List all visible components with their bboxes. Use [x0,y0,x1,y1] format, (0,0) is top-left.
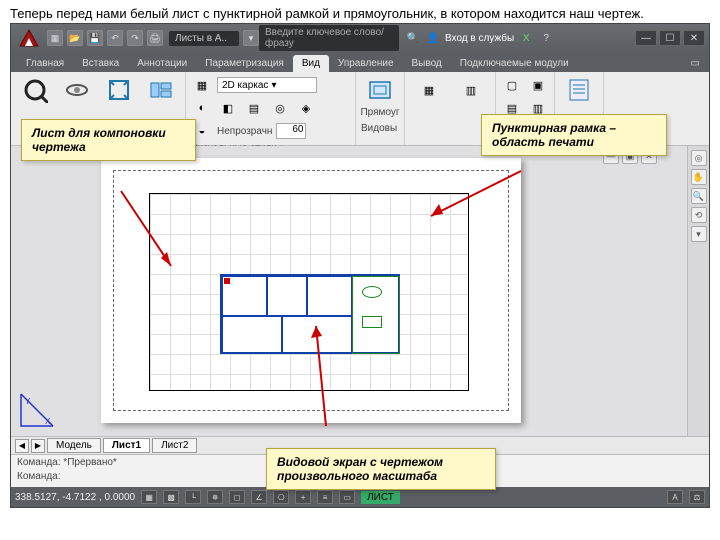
tab-annotate[interactable]: Аннотации [128,55,196,72]
qat-save-icon[interactable]: 💾 [87,30,103,46]
extents-icon [104,75,134,105]
properties-icon [564,75,594,105]
views-button[interactable] [142,75,180,123]
search-input[interactable]: Введите ключевое слово/фразу [259,25,399,51]
qat-print-icon[interactable]: 🖨 [147,30,163,46]
nav-showmore-icon[interactable]: ▾ [691,226,707,242]
opacity-value[interactable]: 60 [276,123,306,139]
tab-plugins[interactable]: Подключаемые модули [451,55,578,72]
vs-btn-3[interactable]: ▤ [243,98,265,118]
vs-btn-5[interactable]: ◈ [295,98,317,118]
callout-viewport: Видовой экран с чертежом произвольного м… [266,448,496,490]
tab-insert[interactable]: Вставка [73,55,128,72]
minimize-button[interactable]: — [635,30,657,46]
orbit-button[interactable] [58,75,96,123]
callout-dashed: Пунктирная рамка – область печати [481,114,667,156]
callout-arrow-dashed [421,166,541,226]
rect-viewport-label: Прямоуг [360,107,399,118]
status-ducs-icon[interactable]: ⎔ [273,490,289,504]
extents-button[interactable] [100,75,138,123]
wcs-icon: Y X [17,390,57,430]
views-group-label: Видовы [361,123,397,134]
tab-output[interactable]: Вывод [403,55,451,72]
status-scale-icon[interactable]: ⚖ [689,490,705,504]
vs-btn-1[interactable]: ◐ [191,98,213,118]
status-polar-icon[interactable]: ✵ [207,490,223,504]
nav-orbit-icon[interactable]: ⟲ [691,207,707,223]
qat-new-icon[interactable]: ▦ [47,30,63,46]
pan-icon [20,75,50,105]
ribbon-tabs: Главная Вставка Аннотации Параметризация… [11,52,709,72]
tab-parametric[interactable]: Параметризация [196,55,293,72]
status-bar: 338.5127, -4.7122 , 0.0000 ▦ ▩ └ ✵ ◻ ∠ ⎔… [11,487,709,507]
tab-expand-icon[interactable]: ▭ [682,55,709,72]
layout-prev-icon[interactable]: ◀ [15,439,29,453]
views-icon [146,75,176,105]
opacity-label: Непрозрачн [217,126,272,137]
maximize-button[interactable]: ☐ [659,30,681,46]
window-controls: — ☐ ✕ [635,30,705,46]
status-osnap-icon[interactable]: ◻ [229,490,245,504]
document-title: Листы в А.. [169,31,239,46]
layout-next-icon[interactable]: ▶ [31,439,45,453]
svg-text:Y: Y [25,397,31,406]
tab-model[interactable]: Модель [47,438,101,453]
close-button[interactable]: ✕ [683,30,705,46]
vs-icon-wire[interactable]: ▦ [191,75,213,95]
tab-manage[interactable]: Управление [329,55,403,72]
callout-arrow-sheet [71,186,191,286]
visual-style-combo[interactable]: 2D каркас▾ [217,77,317,93]
orbit-icon [62,75,92,105]
rect-viewport-icon [365,75,395,105]
rbtn-b[interactable]: ▣ [527,75,549,95]
status-space-label[interactable]: ЛИСТ [361,491,400,504]
signin-icon[interactable]: 👤 [425,30,441,46]
pan-button[interactable] [16,75,54,123]
visual-style-value: 2D каркас [222,80,268,91]
tab-view[interactable]: Вид [293,55,329,72]
vs-btn-4[interactable]: ◎ [269,98,291,118]
nav-wheel-icon[interactable]: ◎ [691,150,707,166]
status-qp-icon[interactable]: ▭ [339,490,355,504]
page-caption: Теперь перед нами белый лист с пунктирно… [0,0,720,23]
status-grid-icon[interactable]: ▩ [163,490,179,504]
workarea: — ▣ ✕ [11,146,709,436]
svg-text:X: X [45,417,51,426]
title-dropdown-icon[interactable]: ▾ [243,30,259,46]
search-icon[interactable]: 🔍 [405,30,421,46]
qat-redo-icon[interactable]: ↷ [127,30,143,46]
qat-open-icon[interactable]: 📂 [67,30,83,46]
status-ortho-icon[interactable]: └ [185,490,201,504]
autocad-window: ▦ 📂 💾 ↶ ↷ 🖨 Листы в А.. ▾ Введите ключев… [10,23,710,508]
rect-viewport-button[interactable]: Прямоуг [361,75,399,123]
status-anno-icon[interactable]: A [667,490,683,504]
callout-arrow-viewport [286,316,366,436]
signin-label[interactable]: Вход в службы [445,33,514,44]
drawing-canvas[interactable]: — ▣ ✕ [11,146,687,436]
named-views-icon: ▦ [414,75,444,105]
quick-access-toolbar: ▦ 📂 💾 ↶ ↷ 🖨 [47,30,163,46]
status-otrack-icon[interactable]: ∠ [251,490,267,504]
tab-sheet2[interactable]: Лист2 [152,438,197,453]
callout-sheet: Лист для компоновки чертежа [21,119,196,161]
tab-sheet1[interactable]: Лист1 [103,438,150,453]
named-views-button[interactable]: ▦ [410,75,448,123]
app-logo[interactable] [15,26,43,50]
nav-zoom-icon[interactable]: 🔍 [691,188,707,204]
status-snap-icon[interactable]: ▦ [141,490,157,504]
nav-pan-icon[interactable]: ✋ [691,169,707,185]
status-dyn-icon[interactable]: + [295,490,311,504]
qat-undo-icon[interactable]: ↶ [107,30,123,46]
titlebar: ▦ 📂 💾 ↶ ↷ 🖨 Листы в А.. ▾ Введите ключев… [11,24,709,52]
exchange-icon[interactable]: X [518,30,534,46]
navigation-bar: ◎ ✋ 🔍 ⟲ ▾ [687,146,709,436]
vs-btn-2[interactable]: ◧ [217,98,239,118]
tab-home[interactable]: Главная [17,55,73,72]
help-icon[interactable]: ? [538,30,554,46]
coordinates-readout: 338.5127, -4.7122 , 0.0000 [15,492,135,503]
palettes-icon: ▥ [456,75,486,105]
status-lwt-icon[interactable]: ≡ [317,490,333,504]
rbtn-a[interactable]: ▢ [501,75,523,95]
